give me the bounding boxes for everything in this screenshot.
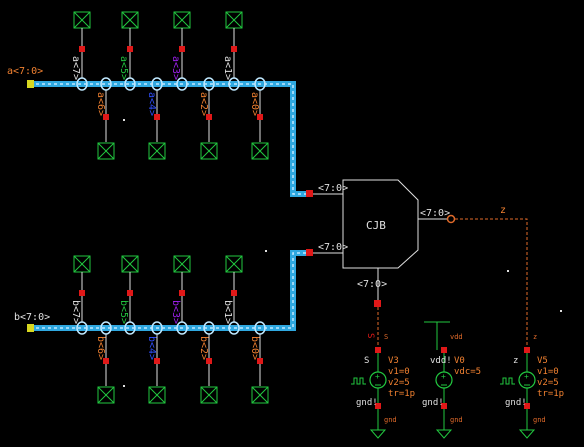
net-z[interactable]: z: [455, 205, 528, 345]
bus_a-bit-label-4: a<3>: [170, 56, 181, 80]
bus-b-group[interactable]: b<7:0> b<7> b<5> b<3> b<1> b<6> b<4> b<2> b<0>: [14, 250, 310, 404]
source-V3-top-pin[interactable]: [375, 347, 381, 353]
bus_b-bit-label-6: b<1>: [222, 300, 233, 324]
cjb-pin-bottom-label: <7:0>: [357, 279, 387, 290]
bus_a-bit-label-7: a<0>: [249, 92, 260, 116]
schematic-canvas[interactable]: a<7:0> a<7> a<5> a<3> a<1> a<6> a<4> a<2> a<0> …: [0, 0, 584, 447]
source-V5-id: V5: [537, 356, 548, 366]
grid-dot: [507, 270, 509, 272]
source-V0-id: V0: [454, 356, 465, 366]
source-V5-param-1: v2=5: [537, 378, 559, 388]
bus-a-group[interactable]: a<7:0> a<7> a<5> a<3> a<1> a<6> a<4> a<2> a<0>: [7, 11, 310, 197]
ground-icon: [435, 429, 453, 439]
source-V3-plus: +: [375, 372, 380, 381]
ground-icon: [518, 429, 536, 439]
source-V3[interactable]: + S V3v1=0v2=5tr=1p gnd! gnd S: [351, 333, 415, 439]
bus_a-top-pin-2[interactable]: [179, 46, 185, 52]
bus_b-top-pin-1[interactable]: [127, 290, 133, 296]
source-V5-top-label: z: [513, 356, 518, 366]
bus_b-bit-label-2: b<5>: [118, 300, 129, 324]
source-V3-id: V3: [388, 356, 399, 366]
source-V0-gnd-label: gnd!: [422, 398, 444, 408]
bus_b-top-pin-2[interactable]: [179, 290, 185, 296]
bus_a-bit-label-5: a<2>: [198, 92, 209, 116]
bus_a-bit-label-2: a<5>: [118, 56, 129, 80]
cjb-pin-in-b[interactable]: [306, 249, 313, 256]
source-V5-gnd-net: gnd: [533, 416, 546, 424]
bus_b-bit-label-3: b<4>: [146, 336, 157, 360]
grid-dot: [560, 310, 562, 312]
bus_a-bit-label-1: a<6>: [95, 92, 106, 116]
bus-b-pin[interactable]: [27, 324, 34, 332]
source-V3-net-label: S: [384, 333, 388, 341]
pulse-icon: [351, 377, 366, 385]
grid-dot: [265, 250, 267, 252]
bus_a-top-pin-0[interactable]: [79, 46, 85, 52]
source-V0[interactable]: + vdd! V0vdc=5 gnd! gnd vdd: [422, 333, 481, 439]
pulse-icon: [500, 377, 515, 385]
bus_b-bit-label-7: b<0>: [249, 336, 260, 360]
grid-dot: [123, 119, 125, 121]
bus_b-top-pin-0[interactable]: [79, 290, 85, 296]
source-V0-top-pin[interactable]: [441, 347, 447, 353]
bus-a-label: a<7:0>: [7, 66, 43, 77]
source-V5-param-0: v1=0: [537, 367, 559, 377]
cjb-pin-in-a-label: <7:0>: [318, 183, 348, 194]
source-V3-gnd-net: gnd: [384, 416, 397, 424]
bus-a-highlight: [30, 83, 310, 195]
cjb-block[interactable]: CJB <7:0> <7:0> <7:0> <7:0>: [306, 179, 456, 307]
bus-a-pin[interactable]: [27, 80, 34, 88]
bus_a-bit-label-0: a<7>: [70, 56, 81, 80]
bus_b-bit-label-4: b<3>: [170, 300, 181, 324]
source-V5-gnd-label: gnd!: [505, 398, 527, 408]
source-V0-gnd-net: gnd: [450, 416, 463, 424]
cjb-pin-in-a[interactable]: [306, 190, 313, 197]
source-V3-gnd-label: gnd!: [356, 398, 378, 408]
net-s[interactable]: S: [365, 307, 379, 350]
net-s-label: S: [365, 333, 375, 338]
source-V5[interactable]: + z V5v1=0v2=5tr=1p gnd! gnd z: [500, 333, 564, 439]
source-V0-plus: +: [441, 372, 446, 381]
grid-dot: [123, 385, 125, 387]
source-V3-param-1: v2=5: [388, 378, 410, 388]
bus_a-top-pin-1[interactable]: [127, 46, 133, 52]
cjb-pin-bottom[interactable]: [374, 300, 381, 307]
source-V3-param-0: v1=0: [388, 367, 410, 377]
net-z-wire[interactable]: [455, 218, 528, 345]
source-V0-param-0: vdc=5: [454, 367, 481, 377]
source-V5-plus: +: [524, 372, 529, 381]
bus_b-bit-label-0: b<7>: [70, 300, 81, 324]
source-V0-top-label: vdd!: [430, 356, 452, 366]
bus_b-top-pin-3[interactable]: [231, 290, 237, 296]
cjb-pin-out-label: <7:0>: [420, 208, 450, 219]
source-V0-net-label: vdd: [450, 333, 463, 341]
cjb-pin-out[interactable]: [446, 214, 456, 224]
source-V5-top-pin[interactable]: [524, 347, 530, 353]
cjb-pin-in-b-label: <7:0>: [318, 242, 348, 253]
bus_a-bit-label-3: a<4>: [146, 92, 157, 116]
ground-icon: [369, 429, 387, 439]
bus-a-wire[interactable]: [30, 81, 310, 197]
bus_a-bit-label-6: a<1>: [222, 56, 233, 80]
bus_b-bit-label-5: b<2>: [198, 336, 209, 360]
bus_a-top-pin-3[interactable]: [231, 46, 237, 52]
schematic-svg[interactable]: a<7:0> a<7> a<5> a<3> a<1>a<6> a<4> a<2> a<0> …: [0, 0, 584, 447]
source-V5-param-2: tr=1p: [537, 389, 564, 399]
source-V5-net-label: z: [533, 333, 537, 341]
net-z-label: z: [500, 205, 506, 216]
source-V3-param-2: tr=1p: [388, 389, 415, 399]
cjb-name: CJB: [366, 219, 386, 232]
bus-b-label: b<7:0>: [14, 312, 50, 323]
bus_b-bit-label-1: b<6>: [95, 336, 106, 360]
source-V3-top-label: S: [364, 356, 369, 366]
